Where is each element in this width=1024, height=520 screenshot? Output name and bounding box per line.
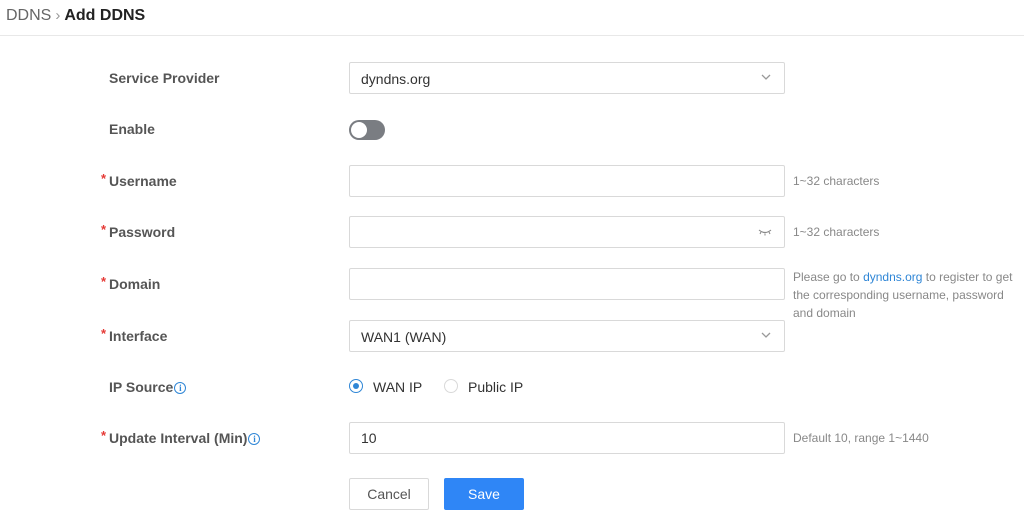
info-icon[interactable]: i [248, 433, 261, 446]
password-row: * Password 1~32 characters [0, 216, 1024, 248]
page-title: Add DDNS [64, 7, 146, 24]
breadcrumb-ddns-link[interactable]: DDNS [6, 7, 51, 24]
password-label: Password [109, 224, 176, 240]
domain-hint: Please go to dyndns.org to register to g… [793, 268, 1023, 322]
password-hint: 1~32 characters [793, 225, 880, 239]
enable-label: Enable [109, 121, 155, 137]
username-hint: 1~32 characters [793, 174, 880, 188]
domain-label: Domain [109, 276, 161, 292]
username-input[interactable] [350, 166, 784, 196]
save-button[interactable]: Save [444, 478, 524, 510]
username-row: * Username 1~32 characters [0, 165, 1024, 197]
service-provider-label: Service Provider [109, 70, 220, 86]
domain-field-box [349, 268, 785, 300]
chevron-down-icon [761, 74, 771, 80]
password-field-box [349, 216, 785, 248]
domain-input[interactable] [350, 269, 784, 299]
cancel-button[interactable]: Cancel [349, 478, 429, 510]
ip-source-row: IP Source i WAN IP Public IP [0, 371, 1024, 403]
radio-unchecked-icon [444, 379, 458, 393]
wan-ip-label: WAN IP [373, 379, 423, 395]
ip-source-label: IP Source [109, 379, 174, 395]
required-marker: * [101, 274, 107, 289]
update-interval-row: * Update Interval (Min)i Default 10, ran… [0, 422, 1024, 454]
update-interval-label: Update Interval (Min) [109, 430, 248, 446]
info-icon[interactable]: i [174, 382, 187, 395]
breadcrumb: DDNS › Add DDNS [6, 6, 145, 26]
interface-label: Interface [109, 328, 168, 344]
enable-row: Enable [0, 113, 1024, 145]
domain-row: * Domain Please go to dyndns.org to regi… [0, 268, 1024, 320]
update-interval-field-box [349, 422, 785, 454]
service-provider-value: dyndns.org [361, 71, 431, 87]
username-field-box [349, 165, 785, 197]
eye-closed-icon[interactable] [758, 226, 772, 238]
breadcrumb-separator-icon: › [55, 7, 61, 24]
interface-row: * Interface WAN1 (WAN) [0, 320, 1024, 352]
dyndns-link[interactable]: dyndns.org [863, 270, 922, 284]
required-marker: * [101, 171, 107, 186]
enable-toggle[interactable] [349, 120, 385, 140]
page-header: DDNS › Add DDNS [0, 0, 1024, 36]
ip-source-label-wrap: IP Source i [109, 378, 187, 396]
update-interval-hint: Default 10, range 1~1440 [793, 431, 929, 445]
username-label: Username [109, 173, 177, 189]
required-marker: * [101, 326, 107, 341]
radio-checked-icon [349, 379, 363, 393]
password-input[interactable] [350, 217, 784, 247]
update-interval-input[interactable] [350, 423, 784, 453]
interface-select[interactable]: WAN1 (WAN) [349, 320, 785, 352]
required-marker: * [101, 222, 107, 237]
interface-value: WAN1 (WAN) [361, 329, 447, 345]
update-interval-label-wrap: Update Interval (Min) i [109, 429, 261, 447]
toggle-knob [351, 122, 367, 138]
public-ip-label: Public IP [468, 379, 524, 395]
service-provider-select[interactable]: dyndns.org [349, 62, 785, 94]
service-provider-row: Service Provider dyndns.org [0, 62, 1024, 94]
chevron-down-icon [761, 332, 771, 338]
required-marker: * [101, 428, 107, 443]
domain-hint-pre: Please go to [793, 270, 864, 284]
